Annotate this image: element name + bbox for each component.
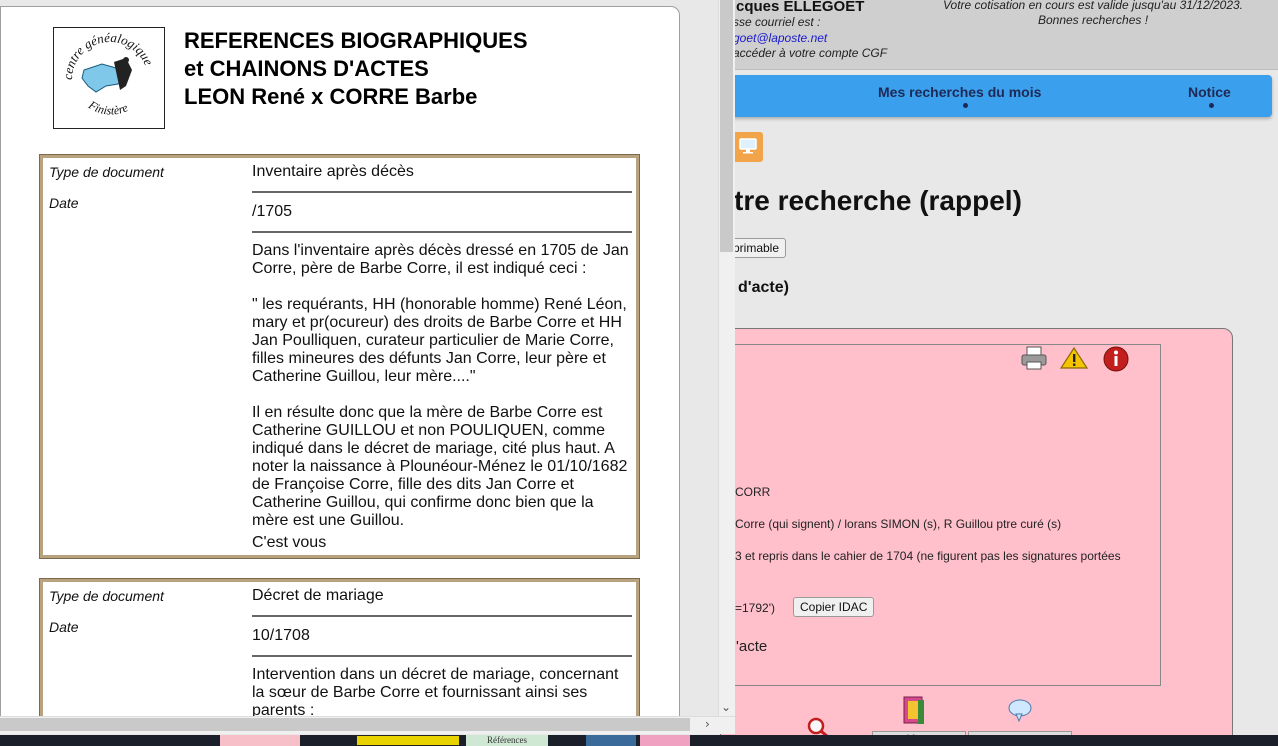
taskbar-thumbnail[interactable] [640,735,690,746]
account-link[interactable]: accéder à votre compte CGF [733,46,887,60]
doc-date-label: Date [49,619,79,635]
cgf-logo-icon: centre généalogique Finistère [60,30,157,118]
record-line: 3 et repris dans le cahier de 1704 (ne f… [735,549,1121,563]
email-label: sse courriel est : [733,15,821,29]
popup-title-line-1: REFERENCES BIOGRAPHIQUES [184,28,528,53]
section-subtitle: d'acte) [738,279,789,296]
doc-date-value: /1705 [252,203,293,220]
page-title: tre recherche (rappel) [734,185,1022,216]
nav-mes-recherches[interactable]: Mes recherches du mois [878,84,1041,100]
svg-text:Finistère: Finistère [85,97,130,117]
doc-paragraph: Intervention dans un décret de mariage, … [252,666,619,719]
references-popup-window: centre généalogique Finistère REFERENCES… [0,6,680,734]
doc-paragraph: Dans l'inventaire après décès dressé en … [252,242,629,277]
cgf-logo: centre généalogique Finistère [53,27,165,129]
record-line: Corre (qui signent) / lorans SIMON (s), … [735,517,1062,531]
copy-idac-button[interactable]: Copier IDAC [793,597,875,617]
printable-button[interactable]: primable [726,238,787,258]
taskbar-thumbnail[interactable] [586,735,636,746]
divider [720,685,1161,686]
popup-title-line-2: et CHAINONS D'ACTES [184,56,429,81]
taskbar-thumbnail[interactable] [356,735,460,746]
horizontal-scrollbar-thumb[interactable] [0,718,690,731]
taskbar-thumbnail[interactable] [220,735,300,746]
taskbar [0,735,1278,746]
divider [252,231,632,233]
printer-icon[interactable] [1020,345,1048,371]
doc-date-value: 10/1708 [252,627,310,644]
popup-title-line-3: LEON René x CORRE Barbe [184,84,478,109]
doc-type-label: Type de document [49,164,164,180]
taskbar-thumbnail-references[interactable]: Références [466,735,548,746]
doc-paragraph: " les requérants, HH (honorable homme) R… [252,296,627,385]
monitor-button[interactable] [733,132,763,162]
document-card: Type de document Décret de mariage Date … [39,578,640,733]
record-line: 'acte [736,638,768,655]
record-line: =1792') [735,601,775,615]
scroll-down-arrow-icon[interactable]: ⌄ [721,700,731,714]
monitor-icon [739,138,757,154]
cotisation-notice: Votre cotisation en cours est valide jus… [942,0,1244,27]
doc-paragraph: C'est vous [252,534,327,551]
info-icon[interactable] [1102,345,1130,373]
user-name: cques ELLEGOET [736,0,865,15]
doc-paragraph: Il en résulte donc que la mère de Barbe … [252,404,628,529]
nav-notice[interactable]: Notice [1188,84,1231,100]
doc-type-value: Inventaire après décès [252,163,414,180]
record-inner-box [720,344,1161,686]
book-icon[interactable] [900,695,928,727]
divider [252,615,632,617]
divider [252,191,632,193]
nav-dot-icon [1209,103,1214,108]
doc-type-label: Type de document [49,588,164,604]
speech-bubble-icon[interactable] [1007,698,1033,722]
user-email[interactable]: goet@laposte.net [733,31,827,45]
document-card: Type de document Inventaire après décès … [39,154,640,559]
nav-dot-icon [963,103,968,108]
divider [252,655,632,657]
doc-type-value: Décret de mariage [252,587,384,604]
vertical-scrollbar-thumb[interactable] [720,0,733,252]
scroll-right-arrow-icon[interactable]: › [705,717,710,731]
warning-icon[interactable] [1060,346,1088,370]
record-line: CORR [735,485,771,499]
doc-date-label: Date [49,195,79,211]
